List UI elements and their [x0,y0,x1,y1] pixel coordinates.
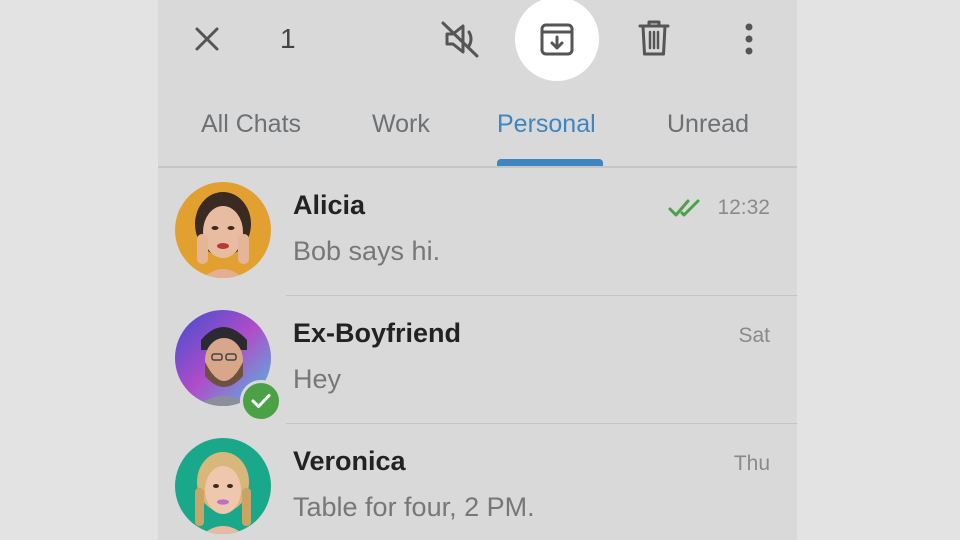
mute-icon [441,21,479,58]
chat-time: 12:32 [717,196,770,219]
check-icon [251,394,271,408]
selection-action-bar: 1 [158,0,797,81]
chat-name: Alicia [293,190,366,220]
selected-count: 1 [280,23,296,54]
chat-name: Ex-Boyfriend [293,318,462,348]
chat-row-alicia[interactable]: Alicia 12:32 Bob says hi. [158,168,797,296]
folder-tabs: All Chats Work Personal Unread [158,96,797,166]
screen: 1 All Chats Work Personal Unread Alicia … [0,0,960,540]
more-options-button[interactable] [730,18,768,60]
avatar-image [175,182,271,278]
delete-icon [638,20,670,56]
active-tab-indicator [497,159,603,166]
chat-time: Sat [738,324,770,347]
avatar [175,182,271,278]
mute-button[interactable] [436,16,484,62]
read-receipt [668,197,704,219]
chat-last-message: Hey [293,364,342,394]
close-selection-button[interactable] [186,18,228,60]
delete-button[interactable] [632,15,676,61]
tab-unread[interactable]: Unread [667,110,749,139]
tab-all-chats[interactable]: All Chats [201,110,301,139]
chat-row-ex-boyfriend[interactable]: Ex-Boyfriend Sat Hey [158,296,797,424]
close-icon [195,27,219,51]
more-vert-icon [745,23,753,55]
chat-last-message: Table for four, 2 PM. [293,492,535,522]
selected-badge [240,380,282,422]
chat-list-screen: 1 All Chats Work Personal Unread Alicia … [158,0,797,540]
avatar-image [175,438,271,534]
chat-name: Veronica [293,446,406,476]
avatar [175,438,271,534]
tab-work[interactable]: Work [372,110,430,139]
archive-button[interactable] [515,0,599,81]
chat-time: Thu [733,452,770,475]
double-check-icon [668,199,700,217]
archive-icon [540,23,574,56]
chat-row-veronica[interactable]: Veronica Thu Table for four, 2 PM. [158,424,797,540]
chat-last-message: Bob says hi. [293,236,441,266]
tab-personal[interactable]: Personal [497,110,596,139]
